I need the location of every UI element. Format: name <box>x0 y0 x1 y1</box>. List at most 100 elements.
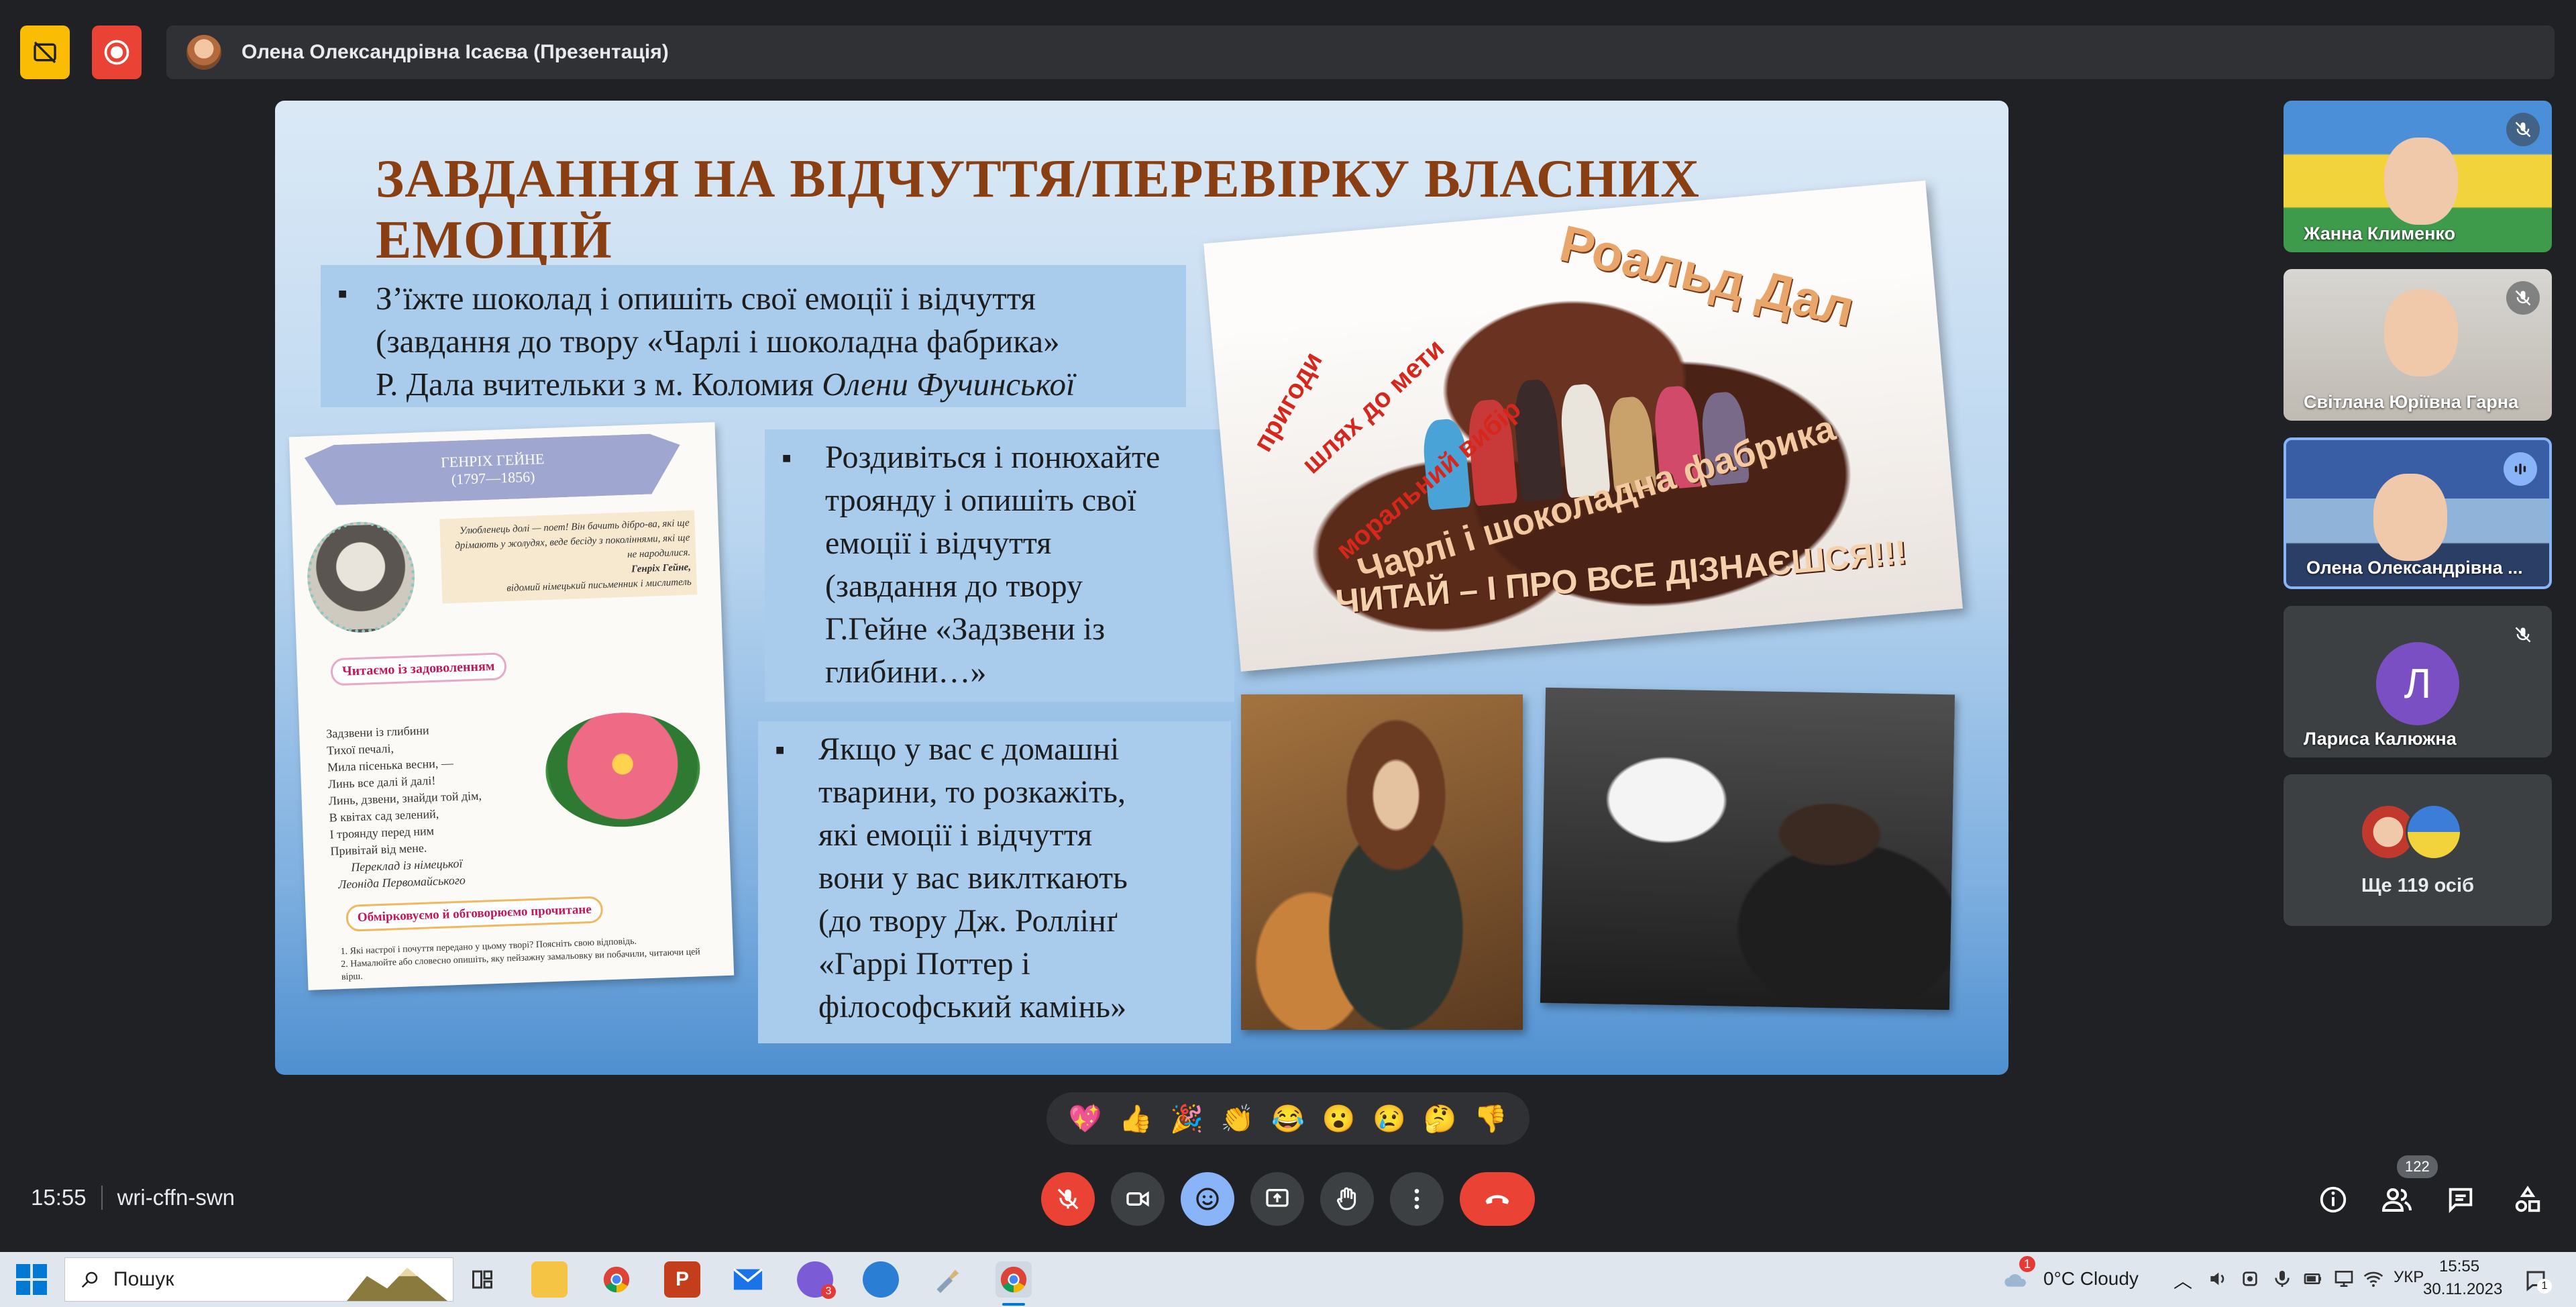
mail-icon[interactable] <box>730 1261 766 1298</box>
reaction-thumbs-down[interactable]: 👎 <box>1474 1103 1507 1135</box>
activities-button[interactable] <box>2509 1181 2546 1218</box>
people-icon <box>2381 1188 2412 1212</box>
mic-off-icon <box>2506 618 2540 651</box>
people-count-badge: 122 <box>2397 1155 2438 1178</box>
participant-name: Світлана Юріївна Гарна <box>2304 392 2519 412</box>
battery-icon[interactable] <box>2302 1268 2324 1290</box>
discuss-section-label: Обмірковуємо й обговорюємо прочитане <box>345 896 604 932</box>
reaction-laugh[interactable]: 😂 <box>1271 1103 1305 1135</box>
present-screen-icon <box>1266 1189 1289 1207</box>
network-icon[interactable] <box>2333 1268 2355 1290</box>
harry-owl-photo <box>1540 687 1955 1010</box>
chevron-up-icon[interactable]: ︿ <box>2174 1267 2192 1294</box>
microphone-tray-icon[interactable] <box>2271 1268 2293 1290</box>
chat-button[interactable] <box>2442 1181 2479 1218</box>
captions-off-button[interactable] <box>20 25 70 79</box>
participant-name: Лариса Калюжна <box>2304 729 2457 749</box>
leave-call-button[interactable] <box>1460 1172 1535 1226</box>
speaker-icon[interactable] <box>2207 1268 2229 1290</box>
meeting-time: 15:55 <box>31 1185 87 1210</box>
notification-count: 1 <box>2537 1279 2552 1294</box>
file-explorer-icon[interactable] <box>531 1261 568 1298</box>
bullet-icon: ■ <box>782 450 792 466</box>
reaction-thumbs-up[interactable]: 👍 <box>1119 1103 1152 1135</box>
reaction-clap[interactable]: 👏 <box>1221 1103 1254 1135</box>
record-icon <box>104 40 129 65</box>
raise-hand-button[interactable] <box>1320 1172 1374 1226</box>
participant-video <box>2373 474 2447 561</box>
closed-captions-off-icon <box>34 41 56 64</box>
microphone-toggle-button[interactable] <box>1041 1172 1095 1226</box>
charlie-chocolate-poster: Роальд Дал пригоди шлях до мети моральни… <box>1203 180 1963 672</box>
participant-name: Олена Олександрівна ... <box>2306 558 2523 578</box>
author-quote: Улюбленець долі — поет! Він бачить дібро… <box>439 510 698 604</box>
browser-icon[interactable] <box>863 1261 899 1298</box>
more-participants-label: Ще 119 осіб <box>2361 875 2474 896</box>
viber-icon[interactable]: 3 <box>797 1261 836 1299</box>
emoji-icon <box>1196 1188 1219 1210</box>
chrome-icon[interactable] <box>598 1261 635 1298</box>
task-view-icon[interactable] <box>464 1261 500 1298</box>
bullet-icon: ■ <box>338 285 347 302</box>
send-reaction-button[interactable] <box>1181 1172 1234 1226</box>
search-highlight-image <box>347 1267 447 1301</box>
search-placeholder: Пошук <box>113 1268 174 1290</box>
mic-off-icon <box>2506 113 2540 146</box>
participant-tile-active-speaker[interactable]: Олена Олександрівна ... <box>2284 437 2552 589</box>
bullet-icon: ■ <box>775 741 785 758</box>
task-line: Р. Дала вчительки з м. Коломия Олени Фуч… <box>376 366 1075 403</box>
hermione-cat-photo <box>1241 694 1523 1030</box>
windows-start-icon[interactable] <box>16 1264 47 1295</box>
people-button[interactable] <box>2378 1181 2416 1218</box>
meeting-info: 15:55 wri-cffn-swn <box>31 1185 235 1210</box>
viber-badge: 3 <box>821 1284 836 1299</box>
more-options-button[interactable] <box>1390 1172 1444 1226</box>
reaction-sad[interactable]: 😢 <box>1373 1103 1406 1135</box>
powerpoint-icon[interactable]: P <box>664 1261 700 1298</box>
reaction-heart[interactable]: 💖 <box>1069 1103 1102 1135</box>
presenter-bar: Олена Олександрівна Ісаєва (Презентація) <box>166 25 2555 79</box>
weather-icon[interactable] <box>2002 1268 2027 1290</box>
reaction-party[interactable]: 🎉 <box>1170 1103 1203 1135</box>
participant-tile[interactable]: Світлана Юріївна Гарна <box>2284 269 2552 421</box>
reactions-bar: 💖 👍 🎉 👏 😂 😮 😢 🤔 👎 <box>1046 1092 1529 1145</box>
mic-off-icon <box>2506 281 2540 315</box>
camera-icon <box>1126 1191 1149 1207</box>
avatar: Л <box>2376 642 2459 725</box>
mic-off-icon <box>1057 1188 1079 1210</box>
presenter-name: Олена Олександрівна Ісаєва (Презентація) <box>241 41 669 63</box>
recording-indicator[interactable] <box>92 25 142 79</box>
present-screen-button[interactable] <box>1250 1172 1304 1226</box>
presenter-avatar <box>186 35 221 70</box>
clock-time[interactable]: 15:55 <box>2439 1257 2479 1276</box>
weather-text[interactable]: 0°C Cloudy <box>2043 1268 2139 1290</box>
chat-icon <box>2449 1188 2473 1213</box>
more-participants-tile[interactable]: Ще 119 осіб <box>2284 774 2552 926</box>
chrome-active-icon[interactable] <box>996 1261 1032 1306</box>
reaction-thinking[interactable]: 🤔 <box>1424 1103 1457 1135</box>
wifi-icon[interactable] <box>2363 1268 2384 1290</box>
meeting-details-button[interactable] <box>2314 1181 2352 1218</box>
search-icon <box>81 1271 98 1288</box>
paint-icon[interactable] <box>928 1261 965 1298</box>
camera-toggle-button[interactable] <box>1111 1172 1165 1226</box>
meeting-code: wri-cffn-swn <box>117 1185 235 1210</box>
camera-tray-icon[interactable] <box>2239 1268 2261 1290</box>
participant-tile[interactable]: Жанна Клименко <box>2284 101 2552 252</box>
weather-badge: 1 <box>2019 1256 2035 1272</box>
read-section-label: Читаємо із задоволенням <box>330 652 507 686</box>
clock-date[interactable]: 30.11.2023 <box>2423 1280 2502 1299</box>
participant-video <box>2384 289 2458 376</box>
more-vert-icon <box>1414 1189 1419 1209</box>
questions: 1. Які настрої і почуття передано у цьом… <box>340 936 701 983</box>
author-banner: ГЕНРІХ ГЕЙНЕ (1797—1856) <box>304 433 682 506</box>
task-box-rose: ■ Роздивіться і понюхайте троянду і опиш… <box>765 429 1234 702</box>
speaking-icon <box>2504 452 2537 486</box>
taskbar-search[interactable]: Пошук <box>64 1257 453 1302</box>
os-taskbar: Пошук P 3 1 0°C Cloudy ︿ УКР 15:55 30.11… <box>0 1252 2576 1307</box>
participant-tile[interactable]: Л Лариса Калюжна <box>2284 606 2552 757</box>
participant-video <box>2384 138 2458 225</box>
textbook-page: ГЕНРІХ ГЕЙНЕ (1797—1856) Улюбленець долі… <box>288 422 735 990</box>
reaction-surprised[interactable]: 😮 <box>1322 1103 1356 1135</box>
language-indicator[interactable]: УКР <box>2394 1268 2424 1287</box>
